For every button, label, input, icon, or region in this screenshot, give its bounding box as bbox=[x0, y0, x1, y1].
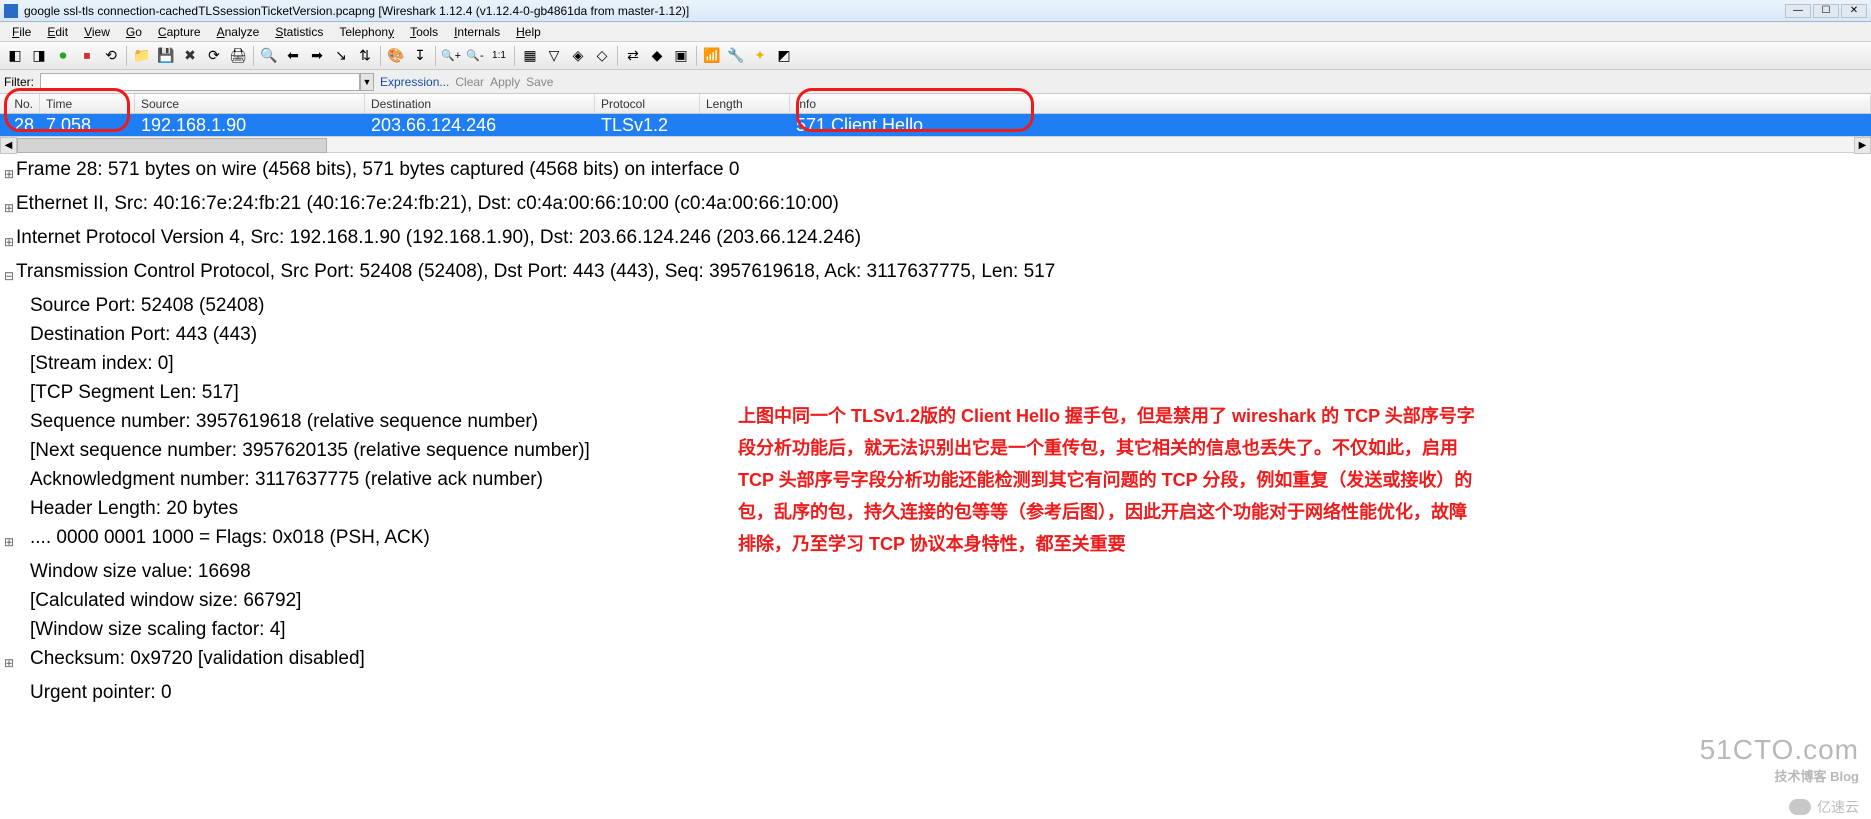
display-filter-icon[interactable] bbox=[543, 45, 565, 67]
menu-tools[interactable]: Tools bbox=[402, 25, 446, 39]
scroll-thumb[interactable] bbox=[17, 138, 327, 153]
col-time[interactable]: Time bbox=[40, 94, 135, 113]
conversations-icon[interactable] bbox=[622, 45, 644, 67]
menu-telephony[interactable]: Telephony bbox=[331, 25, 402, 39]
col-no[interactable]: No. bbox=[0, 94, 40, 113]
cell-source: 192.168.1.90 bbox=[135, 115, 365, 136]
collapse-icon[interactable]: ⊟ bbox=[2, 257, 16, 291]
endpoints-icon[interactable] bbox=[646, 45, 668, 67]
detail-cwin[interactable]: [Calculated window size: 66792] bbox=[2, 586, 1871, 615]
maximize-button[interactable]: ☐ bbox=[1813, 4, 1839, 18]
detail-frame[interactable]: ⊞Frame 28: 571 bytes on wire (4568 bits)… bbox=[2, 155, 1871, 189]
cell-destination: 203.66.124.246 bbox=[365, 115, 595, 136]
save-icon[interactable] bbox=[155, 45, 177, 67]
packet-row[interactable]: 28 7.058 192.168.1.90 203.66.124.246 TLS… bbox=[0, 114, 1871, 136]
start-capture-icon[interactable] bbox=[52, 45, 74, 67]
detail-win[interactable]: Window size value: 16698 bbox=[2, 557, 1871, 586]
resize-cols-icon[interactable] bbox=[519, 45, 541, 67]
zoom-out-icon[interactable] bbox=[464, 45, 486, 67]
menu-analyze[interactable]: Analyze bbox=[209, 25, 268, 39]
zoom-in-icon[interactable] bbox=[440, 45, 462, 67]
autoscroll-icon[interactable]: ↧ bbox=[409, 45, 431, 67]
reload-icon[interactable] bbox=[203, 45, 225, 67]
scroll-right-icon[interactable]: ▶ bbox=[1854, 137, 1871, 154]
minimize-button[interactable]: — bbox=[1785, 4, 1811, 18]
expand-icon[interactable]: ⊞ bbox=[2, 644, 16, 678]
print-icon[interactable]: 🖨 bbox=[227, 45, 249, 67]
cell-no: 28 bbox=[0, 115, 40, 136]
find-icon[interactable] bbox=[258, 45, 280, 67]
capture-filter-icon[interactable] bbox=[567, 45, 589, 67]
apply-link[interactable]: Apply bbox=[490, 75, 520, 89]
watermark-yisu: 亿速云 bbox=[1789, 797, 1859, 817]
h-scrollbar[interactable]: ◀ ▶ bbox=[0, 136, 1871, 153]
goback-icon[interactable]: ⬅ bbox=[282, 45, 304, 67]
detail-cksum[interactable]: ⊞Checksum: 0x9720 [validation disabled] bbox=[2, 644, 1871, 678]
toolbar: 🖨 ⬅ ➡ ↘ 🎨 ↧ bbox=[0, 42, 1871, 70]
filter-dropdown-icon[interactable]: ▼ bbox=[360, 73, 374, 91]
detail-urg[interactable]: Urgent pointer: 0 bbox=[2, 678, 1871, 707]
preferences-icon[interactable] bbox=[725, 45, 747, 67]
close-button[interactable]: ✕ bbox=[1841, 4, 1867, 18]
menu-file[interactable]: File bbox=[4, 25, 39, 39]
col-info[interactable]: Info bbox=[790, 94, 1871, 113]
save-link[interactable]: Save bbox=[526, 75, 553, 89]
detail-ip[interactable]: ⊞Internet Protocol Version 4, Src: 192.1… bbox=[2, 223, 1871, 257]
cloud-icon bbox=[1789, 799, 1811, 815]
expand-icon[interactable]: ⊞ bbox=[2, 223, 16, 257]
window-title: google ssl-tls connection-cachedTLSsessi… bbox=[24, 4, 689, 18]
flow-icon[interactable] bbox=[670, 45, 692, 67]
open-icon[interactable] bbox=[131, 45, 153, 67]
filter-bar: Filter: ▼ Expression... Clear Apply Save bbox=[0, 70, 1871, 94]
menu-capture[interactable]: Capture bbox=[150, 25, 209, 39]
expand-icon[interactable]: ⊞ bbox=[2, 155, 16, 189]
menu-statistics[interactable]: Statistics bbox=[267, 25, 331, 39]
expand-icon[interactable]: ⊞ bbox=[2, 523, 16, 557]
options-icon[interactable] bbox=[28, 45, 50, 67]
detail-dstport[interactable]: Destination Port: 443 (443) bbox=[2, 320, 1871, 349]
menu-view[interactable]: View bbox=[76, 25, 118, 39]
detail-tcp[interactable]: ⊟Transmission Control Protocol, Src Port… bbox=[2, 257, 1871, 291]
packet-list-header: No. Time Source Destination Protocol Len… bbox=[0, 94, 1871, 114]
watermark-51cto: 51CTO.com 技术博客 Blog bbox=[1700, 734, 1859, 785]
cell-info: 571 Client Hello bbox=[790, 115, 1871, 136]
goto-first-icon[interactable] bbox=[354, 45, 376, 67]
cell-protocol: TLSv1.2 bbox=[595, 115, 700, 136]
about-icon[interactable] bbox=[773, 45, 795, 67]
filter-label: Filter: bbox=[4, 75, 34, 89]
menubar: File Edit View Go Capture Analyze Statis… bbox=[0, 22, 1871, 42]
goto-icon[interactable]: ↘ bbox=[330, 45, 352, 67]
detail-ethernet[interactable]: ⊞Ethernet II, Src: 40:16:7e:24:fb:21 (40… bbox=[2, 189, 1871, 223]
titlebar: google ssl-tls connection-cachedTLSsessi… bbox=[0, 0, 1871, 22]
zoom-100-icon[interactable] bbox=[488, 45, 510, 67]
colorize-icon[interactable]: 🎨 bbox=[385, 45, 407, 67]
menu-go[interactable]: Go bbox=[118, 25, 150, 39]
filter-input[interactable] bbox=[40, 73, 360, 91]
cell-time: 7.058 bbox=[40, 115, 135, 136]
wireshark-icon bbox=[4, 4, 18, 18]
menu-help[interactable]: Help bbox=[508, 25, 549, 39]
coloring-rules-icon[interactable] bbox=[591, 45, 613, 67]
col-protocol[interactable]: Protocol bbox=[595, 94, 700, 113]
expression-link[interactable]: Expression... bbox=[380, 75, 449, 89]
col-destination[interactable]: Destination bbox=[365, 94, 595, 113]
stop-capture-icon[interactable] bbox=[76, 45, 98, 67]
restart-capture-icon[interactable] bbox=[100, 45, 122, 67]
menu-internals[interactable]: Internals bbox=[446, 25, 508, 39]
wireless-icon[interactable] bbox=[701, 45, 723, 67]
col-source[interactable]: Source bbox=[135, 94, 365, 113]
scroll-left-icon[interactable]: ◀ bbox=[0, 137, 17, 154]
annotation-text: 上图中同一个 TLSv1.2版的 Client Hello 握手包，但是禁用了 … bbox=[738, 400, 1478, 560]
clear-link[interactable]: Clear bbox=[455, 75, 484, 89]
expand-icon[interactable]: ⊞ bbox=[2, 189, 16, 223]
col-length[interactable]: Length bbox=[700, 94, 790, 113]
goforward-icon[interactable]: ➡ bbox=[306, 45, 328, 67]
close-file-icon[interactable] bbox=[179, 45, 201, 67]
detail-wsf[interactable]: [Window size scaling factor: 4] bbox=[2, 615, 1871, 644]
detail-stream[interactable]: [Stream index: 0] bbox=[2, 349, 1871, 378]
interfaces-icon[interactable] bbox=[4, 45, 26, 67]
help-icon[interactable] bbox=[749, 45, 771, 67]
detail-srcport[interactable]: Source Port: 52408 (52408) bbox=[2, 291, 1871, 320]
menu-edit[interactable]: Edit bbox=[39, 25, 76, 39]
